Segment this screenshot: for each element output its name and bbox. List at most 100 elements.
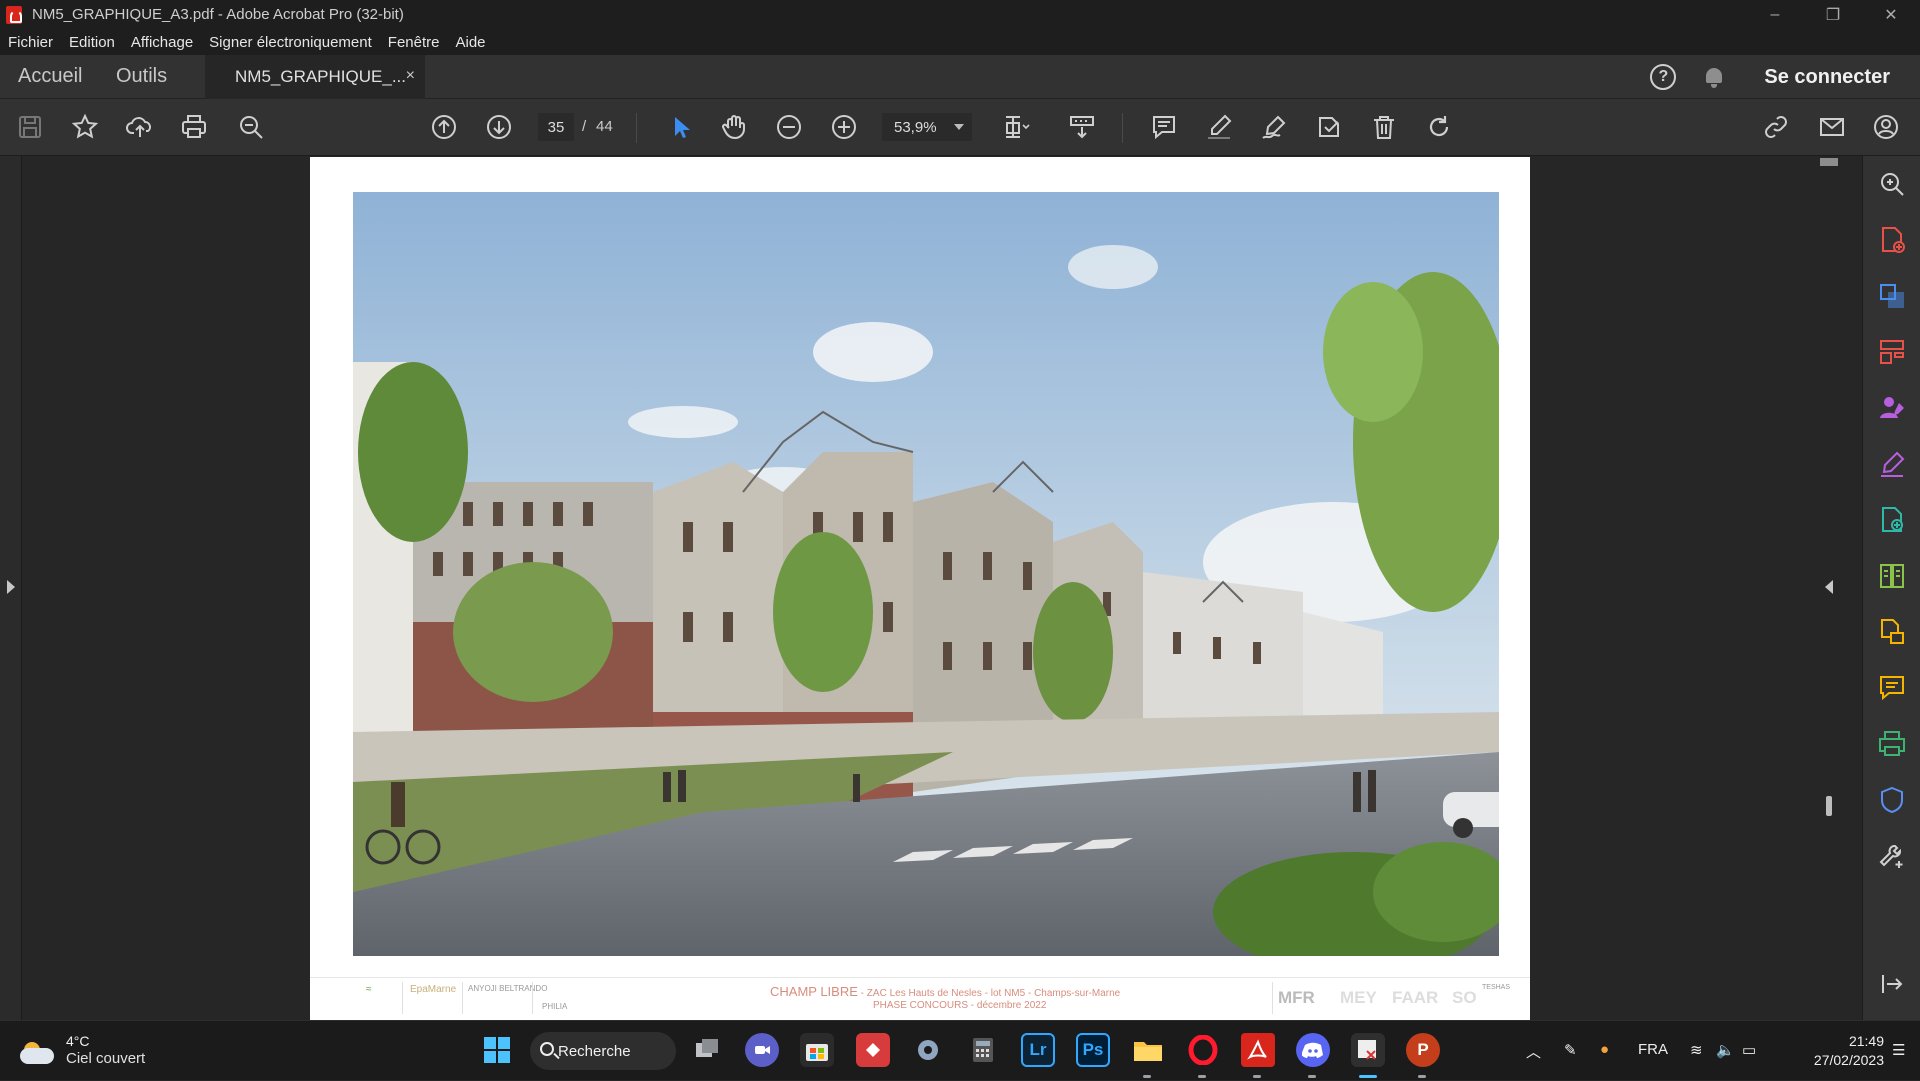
delete-trash-icon[interactable]: [1368, 111, 1400, 143]
tab-home[interactable]: Accueil: [18, 65, 82, 88]
zoom-out-icon[interactable]: [773, 111, 805, 143]
comment-tool-icon[interactable]: [1876, 672, 1908, 704]
system-clock[interactable]: 21:49 27/02/2023: [1814, 1032, 1884, 1070]
bell-icon[interactable]: [1704, 66, 1724, 88]
close-window-button[interactable]: ✕: [1862, 0, 1920, 29]
microphone-icon[interactable]: ●: [1600, 1041, 1609, 1058]
wifi-icon[interactable]: ≋: [1690, 1041, 1703, 1059]
main-toolbar: 35 / 44 53,9%: [0, 99, 1920, 156]
mfr-logo: MFR: [1278, 988, 1315, 1007]
settings-gear-icon[interactable]: [911, 1033, 945, 1067]
chevron-up-icon[interactable]: ︿: [1526, 1041, 1541, 1062]
compare-files-icon[interactable]: [1876, 560, 1908, 592]
running-indicator: [1418, 1075, 1426, 1078]
acrobat-taskbar-icon[interactable]: [1241, 1033, 1275, 1067]
taskbar-search-label: Recherche: [558, 1042, 631, 1060]
export-pdf-icon[interactable]: [1876, 280, 1908, 312]
page-footer: ≈ EpaMarne ANYOJI BELTRANDO PHILIA CHAMP…: [310, 977, 1530, 1020]
edit-pdf-icon[interactable]: [1876, 504, 1908, 536]
zoom-search-icon[interactable]: [1876, 168, 1908, 200]
cloud-sun-icon: [20, 1038, 54, 1064]
task-view-icon[interactable]: [690, 1033, 724, 1067]
scroll-mode-icon[interactable]: [1066, 111, 1098, 143]
microsoft-store-icon[interactable]: [800, 1033, 834, 1067]
share-user-icon[interactable]: [1870, 111, 1902, 143]
tab-document[interactable]: NM5_GRAPHIQUE_... ×: [205, 55, 425, 99]
create-pdf-icon[interactable]: [1876, 224, 1908, 256]
minimize-button[interactable]: –: [1746, 0, 1804, 29]
tab-tools[interactable]: Outils: [116, 65, 167, 88]
taskbar-search[interactable]: Recherche: [530, 1032, 676, 1070]
discord-app-icon[interactable]: [1296, 1033, 1330, 1067]
menu-window[interactable]: Fenêtre: [380, 34, 448, 51]
comment-icon[interactable]: [1148, 111, 1180, 143]
clock-time: 21:49: [1848, 1033, 1884, 1049]
menu-help[interactable]: Aide: [447, 34, 493, 51]
protect-shield-icon[interactable]: [1876, 784, 1908, 816]
toolbar-divider: [1122, 113, 1123, 143]
weather-widget[interactable]: 4°C Ciel couvert: [20, 1033, 145, 1068]
next-page-icon[interactable]: [483, 111, 515, 143]
snipping-tool-icon[interactable]: [1351, 1033, 1385, 1067]
previous-page-icon[interactable]: [428, 111, 460, 143]
fill-and-sign-icon[interactable]: [1876, 448, 1908, 480]
language-indicator[interactable]: FRA: [1638, 1041, 1668, 1058]
page-number-input[interactable]: 35: [538, 113, 574, 141]
upload-cloud-icon[interactable]: [124, 111, 156, 143]
footer-project-location: - ZAC Les Hauts de Nesles - lot NM5 - Ch…: [857, 988, 1121, 999]
battery-icon[interactable]: ▭: [1742, 1041, 1756, 1059]
pen-menu-icon[interactable]: ✎: [1564, 1041, 1577, 1059]
epamarne-logo: EpaMarne: [410, 984, 457, 995]
calculator-icon[interactable]: [966, 1033, 1000, 1067]
windows-start-icon[interactable]: [480, 1033, 514, 1067]
menu-edit[interactable]: Edition: [61, 34, 123, 51]
zoom-level-dropdown[interactable]: 53,9%: [882, 113, 972, 141]
link-share-icon[interactable]: [1760, 111, 1792, 143]
combine-files-icon[interactable]: [1876, 616, 1908, 648]
volume-icon[interactable]: 🔈: [1716, 1041, 1735, 1059]
vertical-scrollbar[interactable]: [1818, 156, 1840, 1020]
print-icon[interactable]: [178, 111, 210, 143]
hand-tool-icon[interactable]: [718, 111, 750, 143]
menu-file[interactable]: Fichier: [0, 34, 61, 51]
anydesk-app-icon[interactable]: [856, 1033, 890, 1067]
organize-pages-icon[interactable]: [1876, 336, 1908, 368]
teams-chat-icon[interactable]: [745, 1033, 779, 1067]
powerpoint-app-icon[interactable]: P: [1406, 1033, 1440, 1067]
scroll-thumb[interactable]: [1826, 796, 1832, 816]
menu-view[interactable]: Affichage: [123, 34, 201, 51]
help-icon[interactable]: ?: [1650, 64, 1677, 90]
zoom-out-search-icon[interactable]: [235, 111, 267, 143]
sign-in-button[interactable]: Se connecter: [1764, 66, 1890, 89]
collapse-right-pane-icon[interactable]: [1825, 580, 1833, 594]
stamp-icon[interactable]: [1313, 111, 1345, 143]
close-tab-icon[interactable]: ×: [406, 67, 415, 85]
select-arrow-icon[interactable]: [664, 111, 696, 143]
expand-panel-icon[interactable]: [1876, 968, 1908, 1000]
left-panel-toggle[interactable]: [0, 156, 22, 1020]
zoom-in-icon[interactable]: [828, 111, 860, 143]
notification-center-icon[interactable]: ☰: [1892, 1041, 1905, 1059]
opera-browser-icon[interactable]: [1186, 1033, 1220, 1067]
logo-mark-icon: ≈: [366, 984, 372, 995]
rotate-icon[interactable]: [1423, 111, 1455, 143]
menu-sign[interactable]: Signer électroniquement: [201, 34, 380, 51]
more-tools-icon[interactable]: [1876, 840, 1908, 872]
highlight-pen-icon[interactable]: [1203, 111, 1235, 143]
file-explorer-icon[interactable]: [1131, 1033, 1165, 1067]
restore-button[interactable]: ❐: [1804, 0, 1862, 29]
mey-logo: MEY: [1340, 988, 1377, 1007]
photoshop-app-icon[interactable]: Ps: [1076, 1033, 1110, 1067]
weather-description: Ciel couvert: [66, 1050, 146, 1067]
star-icon[interactable]: [69, 111, 101, 143]
save-icon[interactable]: [14, 111, 46, 143]
request-signatures-icon[interactable]: [1876, 392, 1908, 424]
fit-page-icon[interactable]: [1000, 111, 1032, 143]
running-indicator: [1253, 1075, 1261, 1078]
print-production-icon[interactable]: [1876, 728, 1908, 760]
draw-sign-icon[interactable]: [1258, 111, 1290, 143]
email-icon[interactable]: [1816, 111, 1848, 143]
lightroom-app-icon[interactable]: Lr: [1021, 1033, 1055, 1067]
active-app-indicator: [1359, 1075, 1377, 1078]
chevron-down-icon: [954, 124, 964, 130]
